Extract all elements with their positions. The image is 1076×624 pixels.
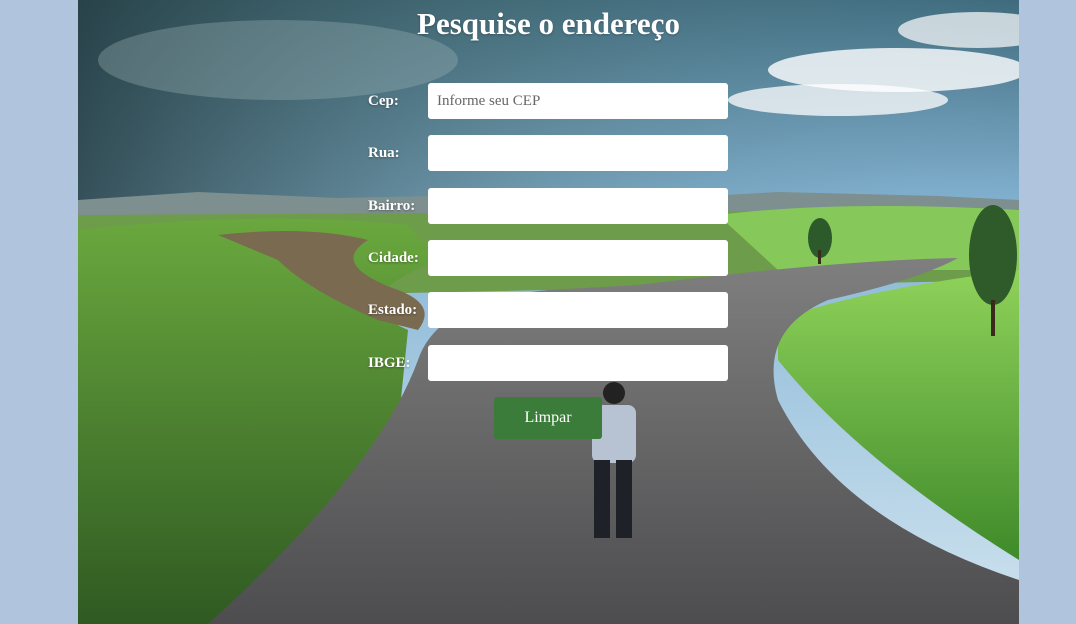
ibge-input[interactable] bbox=[428, 345, 728, 381]
cep-input[interactable] bbox=[428, 83, 728, 119]
rua-label: Rua: bbox=[368, 145, 400, 161]
estado-input[interactable] bbox=[428, 292, 728, 328]
cidade-label: Cidade: bbox=[368, 250, 419, 266]
ibge-label: IBGE: bbox=[368, 355, 411, 371]
clear-button[interactable]: Limpar bbox=[494, 397, 602, 439]
bairro-label: Bairro: bbox=[368, 198, 416, 214]
rua-row: Rua: bbox=[368, 135, 728, 171]
rua-input[interactable] bbox=[428, 135, 728, 171]
cidade-input[interactable] bbox=[428, 240, 728, 276]
bairro-input[interactable] bbox=[428, 188, 728, 224]
page-container: Pesquise o endereço Cep: Rua: Bairro: Ci… bbox=[78, 0, 1019, 624]
cep-row: Cep: bbox=[368, 83, 728, 119]
estado-label: Estado: bbox=[368, 302, 418, 318]
cep-label: Cep: bbox=[368, 93, 399, 109]
bairro-row: Bairro: bbox=[368, 188, 728, 224]
ibge-row: IBGE: bbox=[368, 345, 728, 381]
cidade-row: Cidade: bbox=[368, 240, 728, 276]
estado-row: Estado: bbox=[368, 292, 728, 328]
page-title: Pesquise o endereço bbox=[417, 6, 680, 41]
